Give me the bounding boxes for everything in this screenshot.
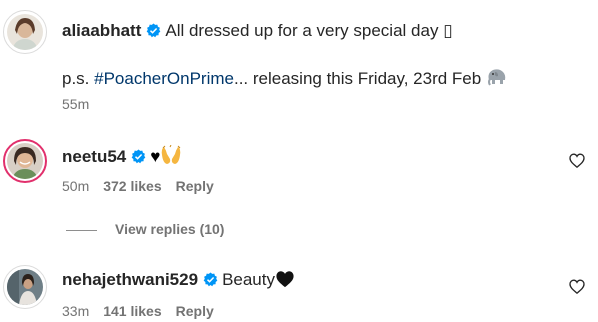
verified-badge-icon bbox=[203, 272, 218, 292]
comment-text: Beauty bbox=[222, 270, 275, 289]
caption-text: All dressed up for a very special day bbox=[165, 21, 439, 40]
caption-ps-line: p.s. #PoacherOnPrime... releasing this F… bbox=[62, 67, 508, 92]
caption-ps-prefix: p.s. bbox=[62, 69, 95, 88]
comment-meta-neetu54: 50m 372 likes Reply bbox=[62, 178, 228, 194]
caption-trailing-glyph: ▯ bbox=[443, 21, 453, 40]
like-comment-button[interactable] bbox=[569, 153, 585, 173]
comment-line-neetu54: neetu54 ♥ bbox=[62, 144, 182, 170]
comment-line-nehajethwani529: nehajethwani529 Beauty bbox=[62, 270, 295, 293]
view-replies-divider bbox=[66, 229, 97, 231]
heart-outline-icon bbox=[569, 153, 585, 172]
elephant-emoji bbox=[486, 67, 508, 92]
comment-time: 33m bbox=[62, 303, 90, 319]
comment-time: 50m bbox=[62, 178, 90, 194]
reply-button[interactable]: Reply bbox=[176, 178, 214, 194]
caption-hashtag[interactable]: #PoacherOnPrime bbox=[94, 69, 234, 88]
reply-button[interactable]: Reply bbox=[176, 303, 214, 319]
comment-username[interactable]: nehajethwani529 bbox=[62, 270, 198, 289]
view-replies-button[interactable]: View replies (10) bbox=[66, 221, 224, 237]
heart-outline-icon bbox=[569, 279, 585, 298]
comment-username[interactable]: neetu54 bbox=[62, 147, 126, 166]
verified-badge-icon bbox=[131, 149, 146, 169]
comment-likes[interactable]: 141 likes bbox=[103, 303, 161, 319]
black-heart-emoji bbox=[275, 270, 295, 293]
avatar-aliaabhatt[interactable] bbox=[7, 14, 43, 50]
caption-line: aliaabhatt All dressed up for a very spec… bbox=[62, 21, 453, 43]
caption-time: 55m bbox=[62, 96, 90, 112]
caption-username[interactable]: aliaabhatt bbox=[62, 21, 141, 40]
like-comment-button[interactable] bbox=[569, 279, 585, 299]
view-replies-label: View replies (10) bbox=[115, 221, 225, 237]
avatar-nehajethwani529[interactable] bbox=[7, 269, 43, 305]
avatar-neetu54[interactable] bbox=[7, 143, 43, 179]
black-heart-emoji: ♥ bbox=[150, 147, 161, 166]
comment-likes[interactable]: 372 likes bbox=[103, 178, 161, 194]
raised-hands-emoji bbox=[160, 144, 182, 170]
comment-meta-nehajethwani529: 33m 141 likes Reply bbox=[62, 303, 228, 319]
verified-badge-icon bbox=[146, 23, 161, 43]
caption-meta: 55m bbox=[62, 96, 103, 112]
caption-ps-suffix: ... releasing this Friday, 23rd Feb bbox=[233, 69, 482, 88]
